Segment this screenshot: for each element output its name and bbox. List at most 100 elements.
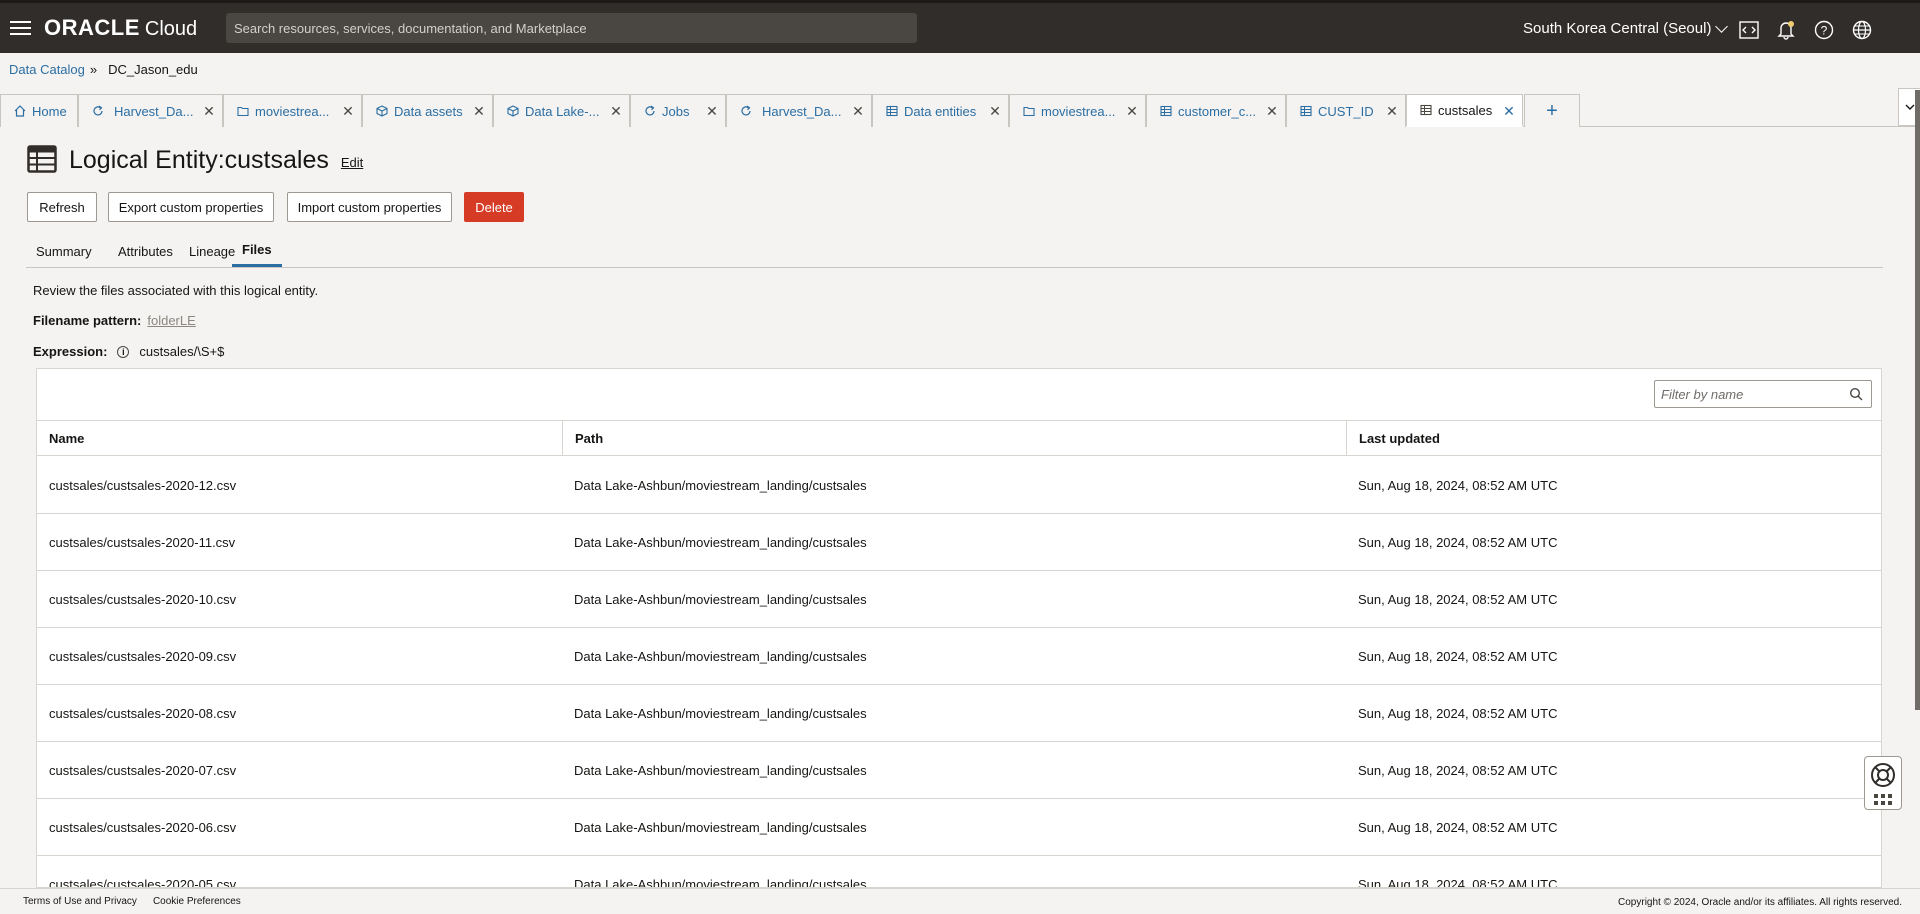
tab-label: Home [32, 103, 67, 119]
files-description: Review the files associated with this lo… [33, 283, 319, 298]
tab-custsales[interactable]: custsales ✕ [1406, 94, 1523, 127]
cell-path: Data Lake-Ashbun/moviestream_landing/cus… [574, 535, 867, 550]
breadcrumb-current: DC_Jason_edu [108, 62, 198, 77]
cell-last-updated: Sun, Aug 18, 2024, 08:52 AM UTC [1358, 478, 1558, 493]
expression-label: Expression: [33, 344, 108, 359]
tab-moviestream-1[interactable]: moviestrea... ✕ [223, 94, 362, 127]
code-editor-icon[interactable] [1737, 18, 1761, 42]
close-icon[interactable]: ✕ [988, 104, 1002, 118]
table-icon [886, 105, 898, 117]
filter-input[interactable] [1661, 386, 1841, 402]
svg-text:?: ? [1821, 24, 1828, 38]
cell-path: Data Lake-Ashbun/moviestream_landing/cus… [574, 478, 867, 493]
tab-attributes[interactable]: Attributes [108, 235, 183, 267]
close-icon[interactable]: ✕ [705, 104, 719, 118]
edit-link[interactable]: Edit [341, 155, 363, 170]
page-header: Logical Entity:custsales Edit [27, 145, 363, 176]
tab-label: moviestrea... [1041, 103, 1116, 119]
tab-summary[interactable]: Summary [26, 235, 102, 267]
app-grid-icon[interactable] [1874, 793, 1892, 805]
brand-oracle: ORACLE [44, 15, 140, 40]
tab-harvest-2[interactable]: Harvest_Da... ✕ [726, 94, 872, 127]
filename-pattern-link[interactable]: folderLE [147, 313, 195, 328]
region-selector[interactable]: South Korea Central (Seoul) [1523, 19, 1729, 37]
tab-data-entities[interactable]: Data entities ✕ [872, 94, 1009, 127]
cell-name: custsales/custsales-2020-11.csv [49, 535, 236, 550]
cell-last-updated: Sun, Aug 18, 2024, 08:52 AM UTC [1358, 649, 1558, 664]
table-row[interactable]: custsales/custsales-2020-06.csv Data Lake… [37, 799, 1881, 856]
tab-label: customer_c... [1178, 103, 1257, 119]
help-icon[interactable]: ? [1812, 18, 1836, 42]
menu-icon[interactable] [0, 2, 40, 55]
cell-name: custsales/custsales-2020-07.csv [49, 763, 237, 778]
table-row[interactable]: custsales/custsales-2020-10.csv Data Lake… [37, 571, 1881, 628]
footer: Terms of Use and Privacy Cookie Preferen… [0, 888, 1920, 914]
tab-label: Data Lake-... [525, 103, 600, 119]
table-row[interactable]: custsales/custsales-2020-12.csv Data Lake… [37, 457, 1881, 514]
close-icon[interactable]: ✕ [1125, 104, 1139, 118]
tab-customer[interactable]: customer_c... ✕ [1146, 94, 1286, 127]
lifebuoy-icon[interactable] [1870, 762, 1896, 791]
close-icon[interactable]: ✕ [851, 104, 865, 118]
region-label: South Korea Central (Seoul) [1523, 20, 1712, 37]
filter-by-name-field[interactable] [1654, 380, 1872, 408]
entity-subtabs: Summary Attributes Lineage Files [26, 235, 1883, 268]
cell-name: custsales/custsales-2020-12.csv [49, 478, 237, 493]
cell-last-updated: Sun, Aug 18, 2024, 08:52 AM UTC [1358, 592, 1558, 607]
info-icon[interactable]: i [117, 345, 130, 358]
brand-cloud: Cloud [144, 18, 198, 40]
close-icon[interactable]: ✕ [341, 104, 355, 118]
import-custom-properties-button[interactable]: Import custom properties [287, 192, 452, 222]
tab-cust-id[interactable]: CUST_ID ✕ [1286, 94, 1406, 127]
tab-data-assets[interactable]: Data assets ✕ [362, 94, 493, 127]
folder-icon [1023, 105, 1035, 117]
table-row[interactable]: custsales/custsales-2020-05.csv Data Lake… [37, 856, 1881, 888]
cell-last-updated: Sun, Aug 18, 2024, 08:52 AM UTC [1358, 706, 1558, 721]
refresh-button[interactable]: Refresh [27, 192, 97, 222]
tab-home[interactable]: Home [0, 94, 78, 127]
cell-name: custsales/custsales-2020-05.csv [49, 877, 237, 888]
files-table-panel: Name Path Last updated custsales/custsal… [36, 368, 1882, 888]
breadcrumb-data-catalog[interactable]: Data Catalog [9, 62, 85, 77]
search-icon[interactable] [1849, 387, 1863, 404]
table-row[interactable]: custsales/custsales-2020-09.csv Data Lake… [37, 628, 1881, 685]
tab-data-lake[interactable]: Data Lake-... ✕ [493, 94, 630, 127]
cell-path: Data Lake-Ashbun/moviestream_landing/cus… [574, 592, 867, 607]
close-icon[interactable]: ✕ [1502, 104, 1516, 118]
tab-harvest-1[interactable]: Harvest_Da... ✕ [78, 94, 223, 127]
cookie-preferences-link[interactable]: Cookie Preferences [153, 896, 241, 907]
language-globe-icon[interactable] [1850, 18, 1874, 42]
add-tab-button[interactable]: + [1524, 94, 1580, 127]
tab-moviestream-2[interactable]: moviestrea... ✕ [1009, 94, 1146, 127]
cell-last-updated: Sun, Aug 18, 2024, 08:52 AM UTC [1358, 877, 1558, 888]
chevron-down-icon [1715, 19, 1729, 33]
logical-entity-table-icon [27, 145, 57, 176]
column-header-last-updated[interactable]: Last updated [1346, 421, 1881, 456]
tab-label: custsales [1438, 102, 1493, 118]
close-icon[interactable]: ✕ [1265, 104, 1279, 118]
page-scrollbar[interactable] [1915, 90, 1920, 710]
delete-button[interactable]: Delete [464, 192, 524, 222]
column-header-name[interactable]: Name [37, 421, 562, 456]
table-row[interactable]: custsales/custsales-2020-08.csv Data Lake… [37, 685, 1881, 742]
export-custom-properties-button[interactable]: Export custom properties [108, 192, 274, 222]
tab-jobs[interactable]: Jobs ✕ [630, 94, 726, 127]
cell-name: custsales/custsales-2020-09.csv [49, 649, 237, 664]
tab-label: moviestrea... [255, 103, 330, 119]
filename-pattern-label: Filename pattern: [33, 313, 142, 328]
column-header-path[interactable]: Path [562, 421, 1346, 456]
cube-icon [507, 105, 519, 117]
help-widget[interactable] [1864, 756, 1902, 810]
close-icon[interactable]: ✕ [609, 104, 623, 118]
search-input[interactable]: Search resources, services, documentatio… [226, 13, 917, 43]
terms-link[interactable]: Terms of Use and Privacy [23, 896, 137, 907]
close-icon[interactable]: ✕ [1385, 104, 1399, 118]
table-row[interactable]: custsales/custsales-2020-11.csv Data Lake… [37, 514, 1881, 571]
copyright-text: Copyright © 2024, Oracle and/or its affi… [1618, 897, 1902, 908]
table-row[interactable]: custsales/custsales-2020-07.csv Data Lake… [37, 742, 1881, 799]
close-icon[interactable]: ✕ [202, 104, 216, 118]
notifications-bell-icon[interactable] [1774, 18, 1798, 42]
close-icon[interactable]: ✕ [472, 104, 486, 118]
oracle-cloud-logo[interactable]: ORACLE Cloud [44, 15, 197, 41]
tab-files[interactable]: Files [232, 235, 282, 267]
